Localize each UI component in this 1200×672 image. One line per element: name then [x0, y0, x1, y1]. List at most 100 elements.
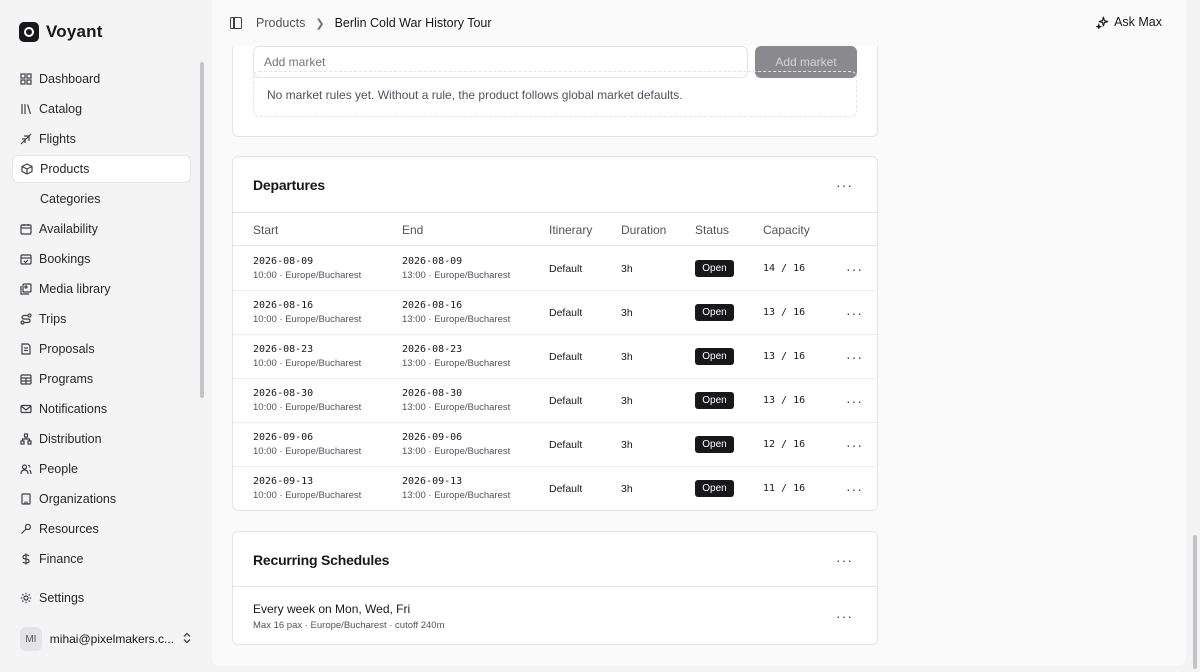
table-row[interactable]: 2026-08-23 10:00 · Europe/Bucharest 2026-0…: [233, 335, 877, 379]
sidebar-item-dashboard[interactable]: Dashboard: [12, 65, 191, 93]
breadcrumb-products[interactable]: Products: [256, 16, 305, 30]
end-time: 13:00 · Europe/Bucharest: [402, 402, 511, 413]
column-header: Itinerary: [549, 223, 593, 237]
table-row[interactable]: 2026-08-30 10:00 · Europe/Bucharest 2026-0…: [233, 379, 877, 423]
duration: 3h: [621, 395, 633, 407]
start-time: 10:00 · Europe/Bucharest: [253, 402, 362, 413]
sidebar-item-proposals[interactable]: Proposals: [12, 335, 191, 363]
sidebar-item-media-library[interactable]: Media library: [12, 275, 191, 303]
sidebar-item-distribution[interactable]: Distribution: [12, 425, 191, 453]
sidebar-toggle-icon[interactable]: [230, 17, 242, 29]
sidebar-item-label: Proposals: [39, 342, 95, 356]
sidebar-item-label: Categories: [40, 192, 101, 206]
breadcrumb-current: Berlin Cold War History Tour: [334, 16, 492, 30]
capacity: 14 / 16: [763, 263, 806, 274]
start-time: 10:00 · Europe/Bucharest: [253, 314, 362, 325]
status-badge: Open: [695, 304, 734, 321]
main-scrollbar[interactable]: [1193, 535, 1197, 669]
calendar-icon: [20, 223, 32, 235]
row-more-button[interactable]: ···: [846, 438, 863, 452]
recurring-rule: Every week on Mon, Wed, Fri: [253, 602, 411, 616]
status-badge: Open: [695, 260, 734, 277]
file-icon: [20, 343, 32, 355]
sidebar-item-finance[interactable]: Finance: [12, 545, 191, 573]
divider: [233, 586, 877, 587]
sidebar-item-catalog[interactable]: Catalog: [12, 95, 191, 123]
departures-card: Departures ··· Start End Itinerary Durat…: [232, 156, 878, 511]
sidebar-item-availability[interactable]: Availability: [12, 215, 191, 243]
itinerary: Default: [549, 395, 583, 407]
table-row[interactable]: 2026-08-16 10:00 · Europe/Bucharest 2026-0…: [233, 291, 877, 335]
user-menu[interactable]: MI mihai@pixelmakers.c...: [20, 626, 192, 652]
sidebar-item-notifications[interactable]: Notifications: [12, 395, 191, 423]
departures-title: Departures: [253, 177, 325, 193]
recurring-schedules-card: Recurring Schedules ··· Every week on Mo…: [232, 531, 878, 645]
network-icon: [20, 433, 32, 445]
sidebar-item-label: Bookings: [39, 252, 91, 266]
mail-icon: [20, 403, 32, 415]
avatar: MI: [20, 627, 42, 651]
users-icon: [20, 463, 32, 475]
table-row[interactable]: 2026-08-09 10:00 · Europe/Bucharest 2026-0…: [233, 247, 877, 291]
end-date: 2026-09-06: [402, 432, 463, 443]
sidebar-item-bookings[interactable]: Bookings: [12, 245, 191, 273]
user-email: mihai@pixelmakers.c...: [49, 632, 174, 646]
sparkle-icon: [1096, 16, 1109, 29]
departures-table-header: Start End Itinerary Duration Status Capa…: [233, 212, 877, 246]
duration: 3h: [621, 439, 633, 451]
sidebar-item-settings[interactable]: Settings: [12, 584, 191, 612]
sidebar-item-flights[interactable]: Flights: [12, 125, 191, 153]
ask-max-label: Ask Max: [1114, 15, 1162, 29]
capacity: 13 / 16: [763, 307, 806, 318]
catalog-icon: [20, 103, 32, 115]
markets-empty-state: No market rules yet. Without a rule, the…: [253, 71, 857, 117]
row-more-button[interactable]: ···: [846, 350, 863, 364]
column-header: Duration: [621, 223, 667, 237]
table-row[interactable]: 2026-09-06 10:00 · Europe/Bucharest 2026-0…: [233, 423, 877, 467]
row-more-button[interactable]: ···: [846, 482, 863, 496]
logo[interactable]: Voyant: [19, 22, 103, 42]
recurring-row-more-button[interactable]: ···: [836, 609, 853, 623]
table-row[interactable]: 2026-09-13 10:00 · Europe/Bucharest 2026-0…: [233, 467, 877, 510]
sidebar-item-organizations[interactable]: Organizations: [12, 485, 191, 513]
row-more-button[interactable]: ···: [846, 262, 863, 276]
end-time: 13:00 · Europe/Bucharest: [402, 314, 511, 325]
dashboard-icon: [20, 73, 32, 85]
start-date: 2026-09-13: [253, 476, 314, 487]
sidebar-scrollbar[interactable]: [200, 62, 204, 398]
end-time: 13:00 · Europe/Bucharest: [402, 490, 511, 501]
sidebar-item-programs[interactable]: Programs: [12, 365, 191, 393]
route-icon: [20, 313, 32, 325]
sidebar-item-label: People: [39, 462, 78, 476]
capacity: 13 / 16: [763, 395, 806, 406]
sidebar-item-label: Organizations: [39, 492, 117, 506]
status-badge: Open: [695, 480, 734, 497]
main-content: Products ❯ Berlin Cold War History Tour …: [212, 0, 1186, 666]
building-icon: [20, 493, 32, 505]
recurring-more-button[interactable]: ···: [836, 553, 853, 567]
sidebar-item-categories[interactable]: Categories: [12, 185, 191, 213]
gear-icon: [20, 592, 32, 604]
sidebar-item-label: Programs: [39, 372, 94, 386]
row-more-button[interactable]: ···: [846, 306, 863, 320]
sidebar-item-products[interactable]: Products: [12, 155, 191, 183]
sidebar-item-trips[interactable]: Trips: [12, 305, 191, 333]
sidebar-item-people[interactable]: People: [12, 455, 191, 483]
row-more-button[interactable]: ···: [846, 394, 863, 408]
app-name: Voyant: [46, 22, 103, 41]
sidebar-item-label: Settings: [39, 591, 85, 605]
column-header: End: [402, 223, 424, 237]
sidebar-item-label: Trips: [39, 312, 67, 326]
ask-max-button[interactable]: Ask Max: [1096, 15, 1162, 29]
departures-more-button[interactable]: ···: [836, 178, 853, 192]
sidebar-item-label: Availability: [39, 222, 98, 236]
duration: 3h: [621, 483, 633, 495]
end-time: 13:00 · Europe/Bucharest: [402, 358, 511, 369]
status-badge: Open: [695, 348, 734, 365]
end-date: 2026-08-09: [402, 256, 463, 267]
sidebar-item-resources[interactable]: Resources: [12, 515, 191, 543]
calendar-grid-icon: [20, 373, 32, 385]
chevron-right-icon: ❯: [315, 17, 325, 30]
wrench-icon: [20, 523, 32, 535]
capacity: 11 / 16: [763, 483, 806, 494]
